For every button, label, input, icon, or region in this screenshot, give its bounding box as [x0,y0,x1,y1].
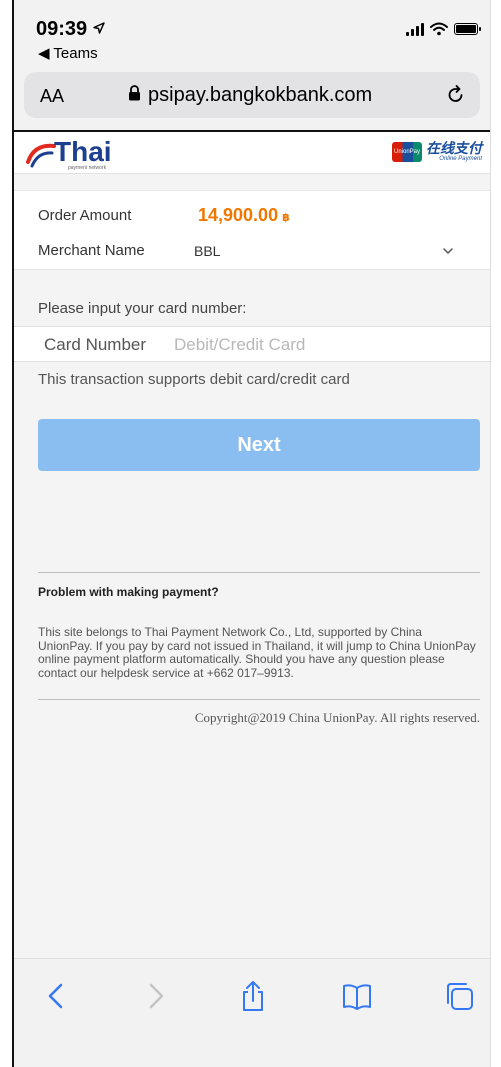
share-icon[interactable] [236,979,270,1013]
thai-payment-network-logo: Thai payment network [26,136,126,172]
currency-symbol: ฿ [282,212,290,224]
thai-logo-subtext: payment network [68,165,107,171]
tabs-icon[interactable] [442,979,476,1013]
unionpay-english-text: Online Payment [439,156,482,162]
card-number-row: Card Number [14,326,490,362]
card-number-prompt: Please input your card number: [38,300,247,317]
problem-heading: Problem with making payment? [38,585,219,599]
back-chevron-icon[interactable] [40,979,74,1013]
next-button[interactable]: Next [38,419,480,471]
footer-divider-top [38,572,480,573]
safari-toolbar [14,958,490,1067]
payment-page: Thai payment network UnionPay 在线支付 Onlin… [14,132,490,958]
location-arrow-icon [92,22,105,34]
copyright-text: Copyright@2019 China UnionPay. All right… [194,710,480,725]
footer-divider-bottom [38,699,480,700]
card-number-input[interactable] [174,331,474,359]
back-to-app-link[interactable]: ◀ Teams [38,44,98,62]
status-icons [406,22,481,36]
helpdesk-info-text: This site belongs to Thai Payment Networ… [38,625,476,680]
text-size-button[interactable]: AA [40,86,64,107]
battery-icon [454,23,481,35]
card-support-text: This transaction supports debit card/cre… [38,371,350,388]
order-amount-label: Order Amount [38,207,132,224]
merchant-name-value: BBL [194,243,221,259]
url-text[interactable]: psipay.bangkokbank.com [148,84,372,107]
thai-logo-text: Thai [54,136,112,167]
bookmarks-icon[interactable] [340,979,374,1013]
forward-chevron-icon[interactable] [138,979,172,1013]
signal-icon [406,22,424,36]
window-right-edge [490,0,491,1067]
card-number-label: Card Number [44,335,147,354]
unionpay-online-payment-logo: UnionPay 在线支付 Online Payment [392,141,482,163]
lock-icon [129,85,140,101]
status-time: 09:39 [36,18,105,41]
order-summary: Order Amount 14,900.00 ฿ Merchant Name BB… [14,190,490,270]
logo-bar: Thai payment network UnionPay 在线支付 Onlin… [14,132,490,174]
status-bar: 09:39 ◀ Teams [14,0,490,70]
safari-address-area: AA psipay.bangkokbank.com [14,70,490,130]
unionpay-chinese-text: 在线支付 [426,140,482,156]
wifi-icon [430,22,448,36]
reload-icon[interactable] [446,83,466,105]
unionpay-card-icon: UnionPay [392,142,422,162]
order-amount-value: 14,900.00 ฿ [198,205,290,225]
chevron-down-icon[interactable] [442,245,454,257]
merchant-name-label: Merchant Name [38,242,145,259]
home-indicator-area [14,1041,490,1067]
address-bar[interactable]: AA psipay.bangkokbank.com [24,72,480,118]
